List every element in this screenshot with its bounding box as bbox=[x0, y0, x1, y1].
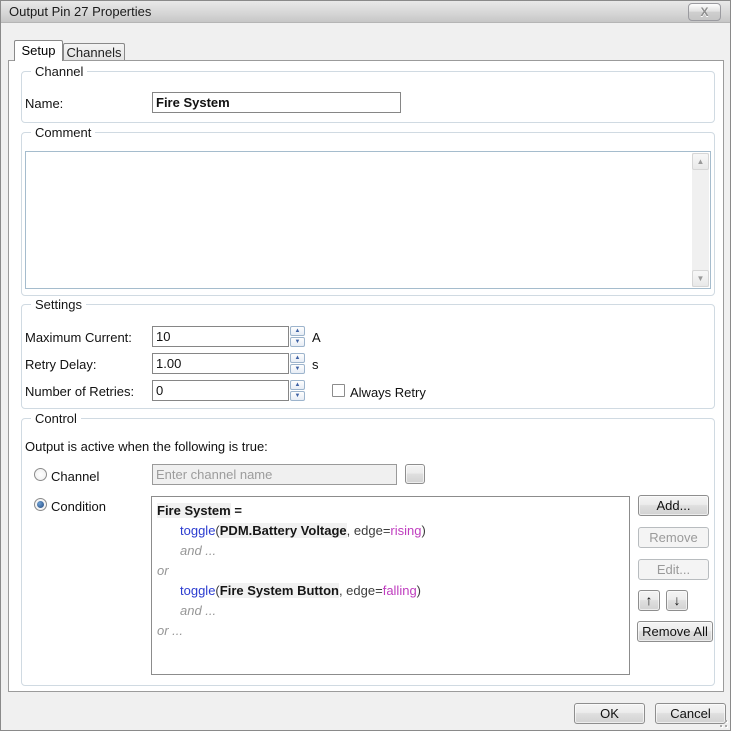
retry-delay-label: Retry Delay: bbox=[25, 357, 97, 372]
spin-down-icon[interactable]: ▼ bbox=[290, 391, 305, 401]
condition-segment-plain: , edge= bbox=[339, 583, 383, 598]
max-current-label: Maximum Current: bbox=[25, 330, 132, 345]
control-group-title: Control bbox=[31, 411, 81, 426]
condition-line[interactable]: and ... bbox=[157, 601, 624, 621]
num-retries-input[interactable] bbox=[152, 380, 289, 401]
scroll-up-icon[interactable]: ▲ bbox=[692, 153, 709, 170]
edit-button[interactable]: Edit... bbox=[638, 559, 709, 580]
always-retry-label: Always Retry bbox=[350, 385, 426, 400]
condition-line[interactable]: toggle(PDM.Battery Voltage, edge=rising) bbox=[157, 521, 624, 541]
channel-radio-label: Channel bbox=[51, 469, 99, 484]
title-bar[interactable]: Output Pin 27 Properties X bbox=[1, 1, 730, 23]
condition-segment-plain: , edge= bbox=[347, 523, 391, 538]
max-current-unit: A bbox=[312, 330, 321, 345]
condition-segment-plain: ) bbox=[422, 523, 426, 538]
ok-button[interactable]: OK bbox=[574, 703, 645, 724]
retry-delay-stepper: ▲ ▼ bbox=[290, 353, 305, 374]
close-icon[interactable]: X bbox=[688, 3, 721, 21]
move-down-icon[interactable]: ↓ bbox=[666, 590, 688, 611]
move-up-icon[interactable]: ↑ bbox=[638, 590, 660, 611]
window-title: Output Pin 27 Properties bbox=[9, 4, 151, 19]
condition-line[interactable]: toggle(Fire System Button, edge=falling) bbox=[157, 581, 624, 601]
spin-up-icon[interactable]: ▲ bbox=[290, 380, 305, 390]
condition-segment-muted: and ... bbox=[180, 603, 216, 618]
resize-grip-icon[interactable] bbox=[717, 717, 727, 727]
control-description: Output is active when the following is t… bbox=[25, 439, 268, 454]
num-retries-stepper: ▲ ▼ bbox=[290, 380, 305, 401]
remove-button[interactable]: Remove bbox=[638, 527, 709, 548]
condition-radio-label: Condition bbox=[51, 499, 106, 514]
remove-all-button[interactable]: Remove All bbox=[637, 621, 713, 642]
dialog-window: Output Pin 27 Properties X Setup Channel… bbox=[0, 0, 731, 731]
spin-down-icon[interactable]: ▼ bbox=[290, 364, 305, 374]
channel-group-title: Channel bbox=[31, 64, 87, 79]
add-button[interactable]: Add... bbox=[638, 495, 709, 516]
condition-segment-value: falling bbox=[383, 583, 417, 598]
num-retries-label: Number of Retries: bbox=[25, 384, 134, 399]
tab-setup[interactable]: Setup bbox=[14, 40, 63, 61]
spin-down-icon[interactable]: ▼ bbox=[290, 337, 305, 347]
condition-line[interactable]: Fire System = bbox=[157, 501, 624, 521]
tab-channels[interactable]: Channels bbox=[63, 43, 125, 61]
condition-segment-channel: PDM.Battery Voltage bbox=[220, 523, 347, 538]
comment-textarea[interactable]: ▲ ▼ bbox=[25, 151, 711, 289]
max-current-input[interactable] bbox=[152, 326, 289, 347]
max-current-stepper: ▲ ▼ bbox=[290, 326, 305, 347]
name-label: Name: bbox=[25, 96, 63, 111]
condition-segment-function: toggle bbox=[180, 583, 215, 598]
channel-radio[interactable] bbox=[34, 468, 47, 481]
always-retry-checkbox[interactable] bbox=[332, 384, 345, 397]
scroll-down-icon[interactable]: ▼ bbox=[692, 270, 709, 287]
cancel-button[interactable]: Cancel bbox=[655, 703, 726, 724]
channel-browse-button[interactable] bbox=[405, 464, 425, 484]
condition-line[interactable]: or bbox=[157, 561, 624, 581]
condition-segment-channel: Fire System Button bbox=[220, 583, 339, 598]
condition-line[interactable]: or ... bbox=[157, 621, 624, 641]
condition-segment-plain: ) bbox=[417, 583, 421, 598]
spin-up-icon[interactable]: ▲ bbox=[290, 353, 305, 363]
comment-scrollbar[interactable]: ▲ ▼ bbox=[692, 153, 709, 287]
settings-group-title: Settings bbox=[31, 297, 86, 312]
name-input[interactable] bbox=[152, 92, 401, 113]
retry-delay-unit: s bbox=[312, 357, 319, 372]
condition-line[interactable]: and ... bbox=[157, 541, 624, 561]
condition-radio[interactable] bbox=[34, 498, 47, 511]
condition-segment-channel: Fire System bbox=[157, 503, 231, 518]
channel-name-input[interactable] bbox=[152, 464, 397, 485]
condition-segment-muted: or bbox=[157, 563, 169, 578]
condition-list[interactable]: Fire System =toggle(PDM.Battery Voltage,… bbox=[151, 496, 630, 675]
comment-group-title: Comment bbox=[31, 125, 95, 140]
spin-up-icon[interactable]: ▲ bbox=[290, 326, 305, 336]
condition-segment-plainbold: = bbox=[231, 503, 242, 518]
condition-segment-muted: and ... bbox=[180, 543, 216, 558]
condition-segment-muted: or ... bbox=[157, 623, 183, 638]
condition-segment-value: rising bbox=[390, 523, 421, 538]
retry-delay-input[interactable] bbox=[152, 353, 289, 374]
condition-segment-function: toggle bbox=[180, 523, 215, 538]
